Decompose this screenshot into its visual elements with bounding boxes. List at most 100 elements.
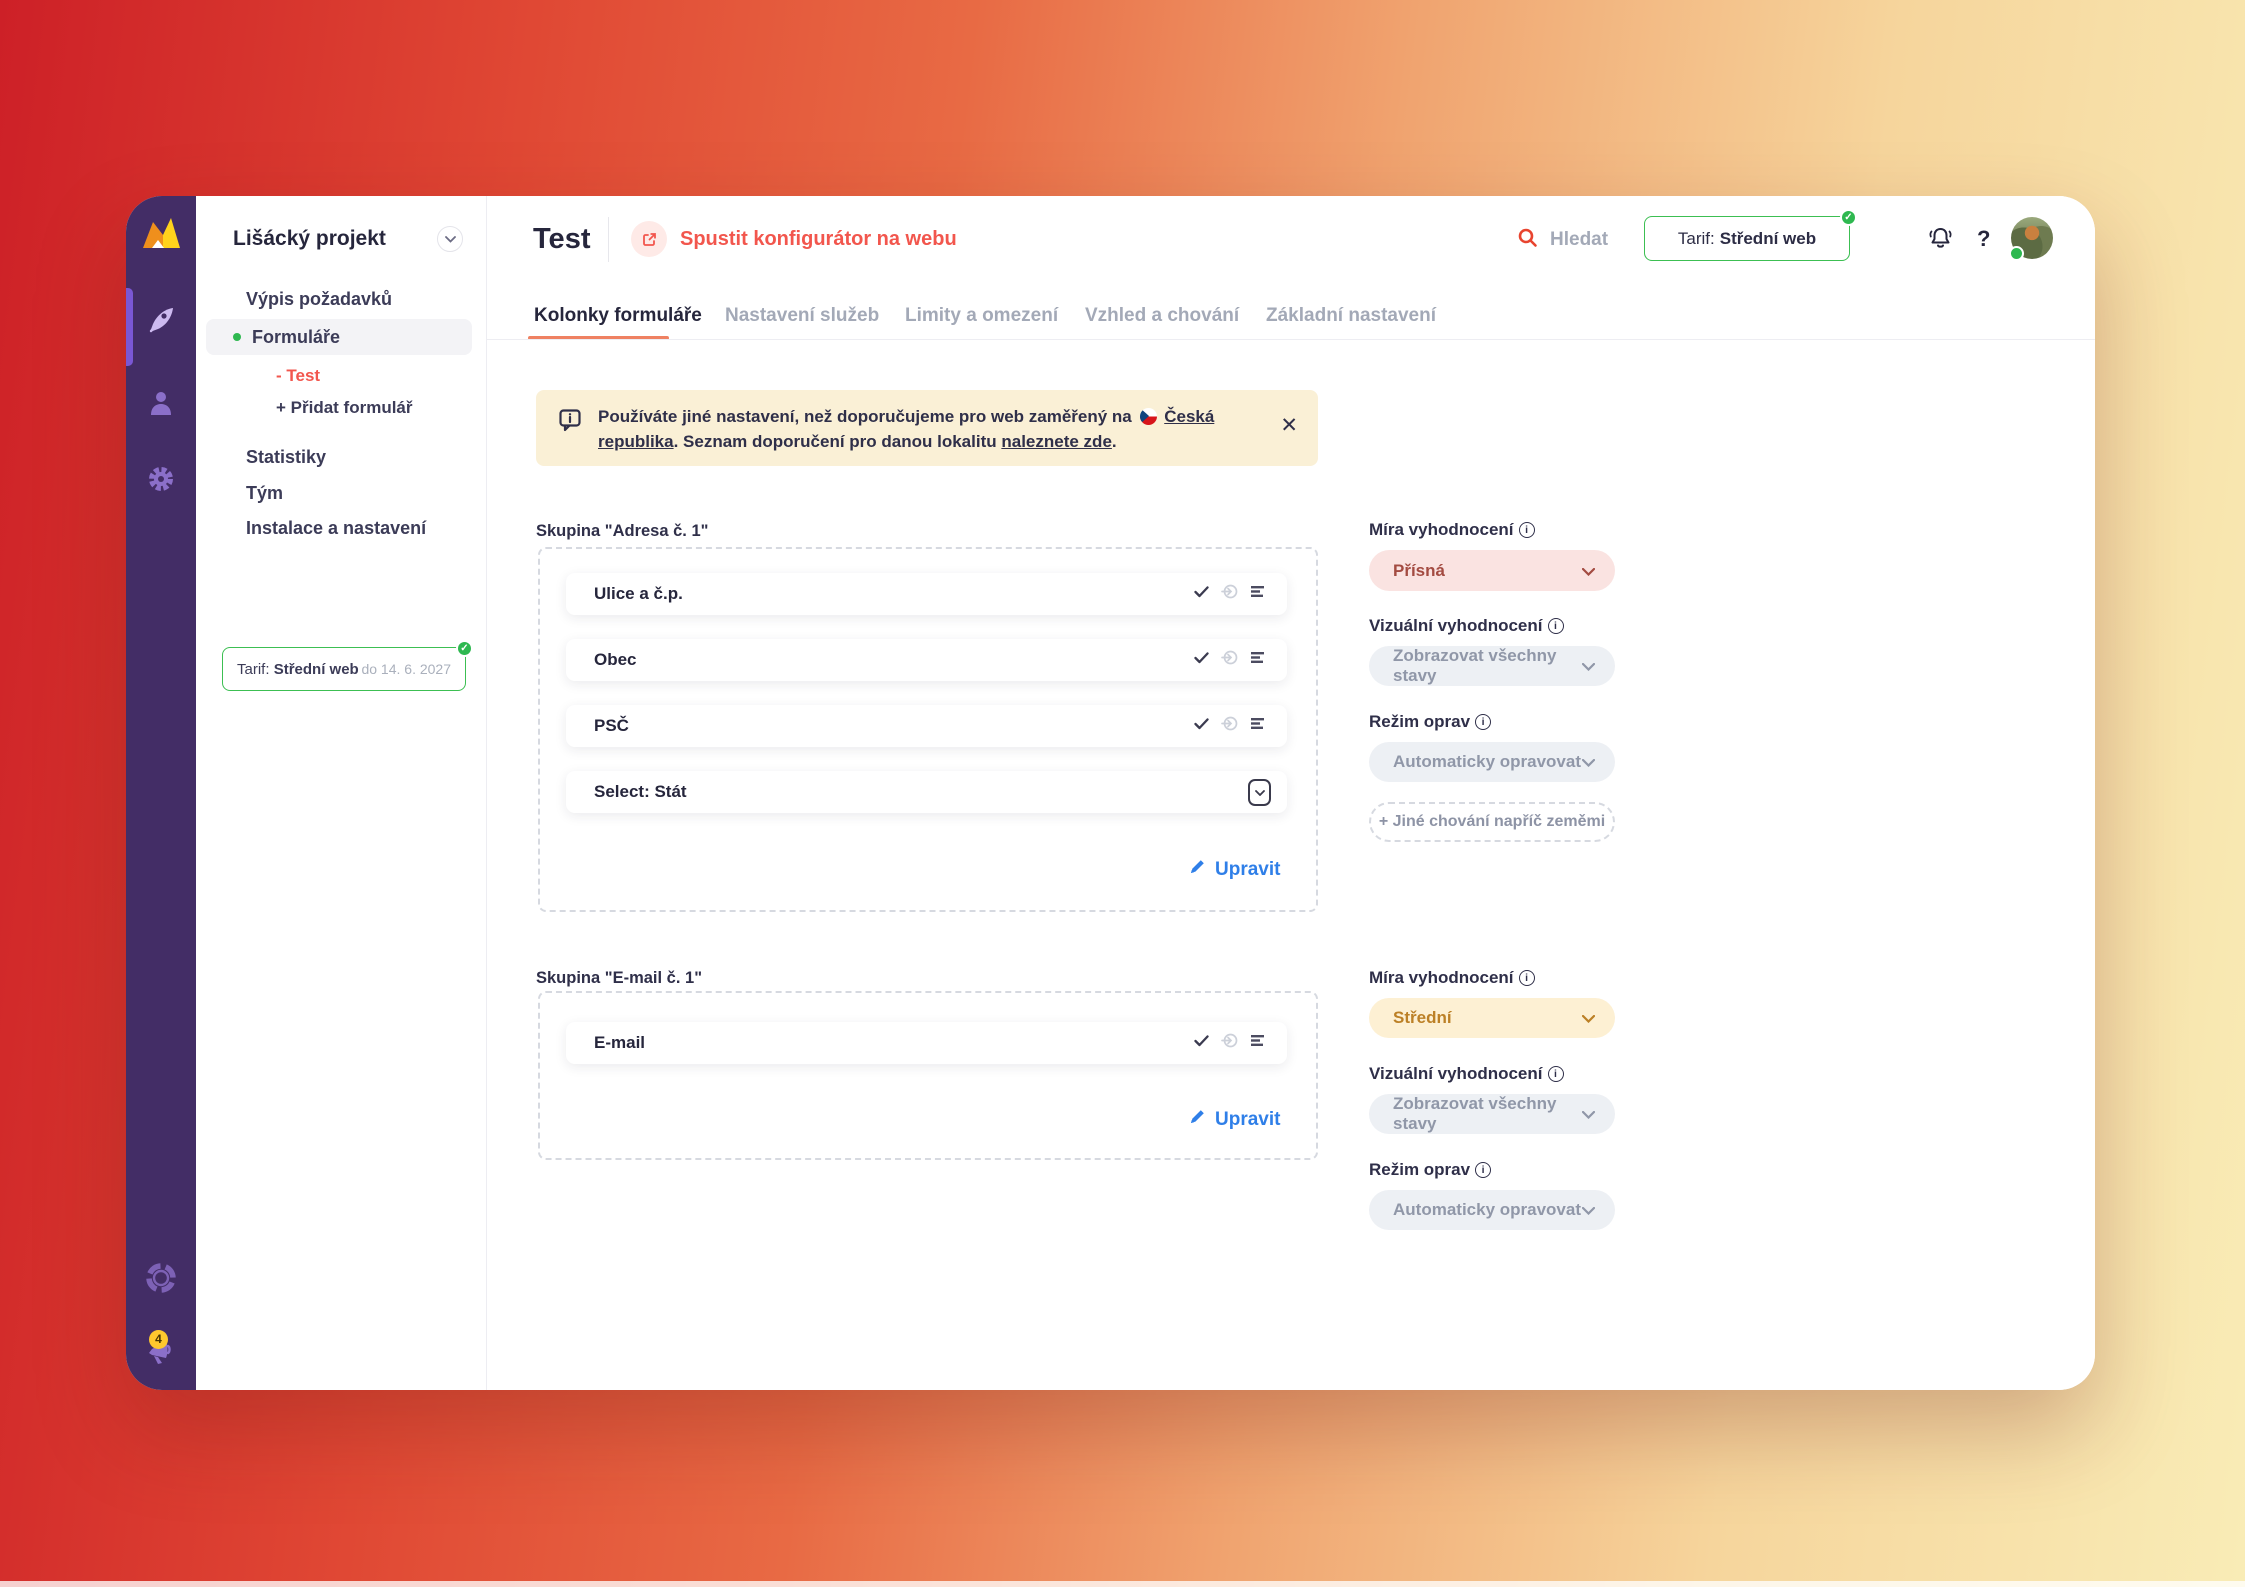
field-row-ulice[interactable]: Ulice a č.p.	[566, 573, 1287, 615]
launch-configurator-button[interactable]: Spustit konfigurátor na webu	[631, 221, 957, 257]
help-button[interactable]: ?	[1977, 226, 1990, 252]
edit-group-adresa-button[interactable]: Upravit	[1189, 858, 1280, 881]
banner-text-part3: .	[1112, 432, 1117, 451]
visual-eval-label: Vizuální vyhodnocení i	[1369, 616, 1564, 636]
eval-level-select-2[interactable]: Střední	[1369, 998, 1615, 1038]
chevron-down-icon	[1582, 1200, 1595, 1220]
tab-kolonky-formulare[interactable]: Kolonky formuláře	[534, 305, 702, 327]
eval-level-value: Přísná	[1393, 561, 1445, 581]
sidebar-item-settings[interactable]	[126, 458, 196, 504]
header-tariff-button[interactable]: Tarif: Střední web ✓	[1644, 216, 1850, 261]
correction-mode-value: Automaticky opravovat	[1393, 752, 1581, 772]
autocomplete-disabled-icon	[1221, 649, 1238, 671]
tab-zakladni-nastaveni[interactable]: Základní nastavení	[1266, 305, 1436, 327]
info-icon[interactable]: i	[1548, 1066, 1564, 1082]
rocket-icon	[146, 306, 176, 341]
add-country-behavior-button[interactable]: + Jiné chování napříč zeměmi	[1369, 802, 1615, 842]
tariff-prefix: Tarif:	[237, 661, 270, 678]
edit-label: Upravit	[1215, 859, 1280, 881]
edit-group-email-button[interactable]: Upravit	[1189, 1108, 1280, 1131]
foxentry-fox-logo-icon	[141, 215, 181, 256]
autocomplete-disabled-icon	[1221, 715, 1238, 737]
lifebuoy-icon	[145, 1262, 177, 1299]
field-label: E-mail	[594, 1033, 645, 1053]
eval-level-value-2: Střední	[1393, 1008, 1452, 1028]
sidebar-subitem-test[interactable]: - Test	[276, 366, 320, 386]
info-icon[interactable]: i	[1548, 618, 1564, 634]
validation-check-icon	[1194, 585, 1209, 603]
person-icon	[147, 389, 175, 422]
sidebar-subitem-add-form[interactable]: + Přidat formulář	[276, 398, 413, 418]
visual-eval-value-2: Zobrazovat všechny stavy	[1393, 1094, 1582, 1134]
info-icon[interactable]: i	[1519, 970, 1535, 986]
chevron-down-icon	[1582, 561, 1595, 581]
announcements-button[interactable]: 4	[126, 1331, 196, 1377]
banner-text-part1: Používáte jiné nastavení, než doporučuje…	[598, 407, 1132, 426]
active-green-dot	[233, 333, 241, 341]
tariff-box[interactable]: Tarif: Střední web do 14. 6. 2027 ✓	[222, 647, 466, 691]
field-label: Obec	[594, 650, 637, 670]
validation-check-icon	[1194, 717, 1209, 735]
sidebar-item-formulare-label: Formuláře	[252, 327, 340, 348]
project-name: Lišácký projekt	[233, 227, 386, 251]
pencil-icon	[1189, 1108, 1206, 1131]
autocomplete-disabled-icon	[1221, 583, 1238, 605]
validation-check-icon	[1194, 651, 1209, 669]
eval-level-label: Míra vyhodnocení i	[1369, 520, 1535, 540]
field-row-psc[interactable]: PSČ	[566, 705, 1287, 747]
label-text: Míra vyhodnocení	[1369, 968, 1514, 988]
notifications-button[interactable]	[1927, 225, 1954, 257]
tab-nastaveni-sluzeb[interactable]: Nastavení služeb	[725, 305, 879, 327]
validation-check-icon	[1194, 1034, 1209, 1052]
header-tariff-prefix: Tarif:	[1678, 229, 1715, 249]
info-icon[interactable]: i	[1475, 714, 1491, 730]
info-icon[interactable]: i	[1475, 1162, 1491, 1178]
correction-mode-select-2[interactable]: Automaticky opravovat	[1369, 1190, 1615, 1230]
main-content: Test Spustit konfigurátor na webu Hledat	[487, 196, 2095, 1390]
sidebar-item-instalace[interactable]: Instalace a nastavení	[246, 518, 426, 539]
eval-level-select[interactable]: Přísná	[1369, 550, 1615, 591]
visual-eval-label-2: Vizuální vyhodnocení i	[1369, 1064, 1564, 1084]
banner-more-link[interactable]: naleznete zde	[1001, 432, 1112, 451]
autocomplete-disabled-icon	[1221, 1032, 1238, 1054]
tab-vzhled-a-chovani[interactable]: Vzhled a chování	[1085, 305, 1239, 327]
visual-eval-select-2[interactable]: Zobrazovat všechny stavy	[1369, 1094, 1615, 1134]
app-logo[interactable]	[126, 212, 196, 258]
project-switcher-button[interactable]	[437, 226, 463, 252]
tabs-bottom-border	[487, 339, 2095, 340]
edit-label: Upravit	[1215, 1109, 1280, 1131]
sidebar-item-vypis-pozadavku[interactable]: Výpis požadavků	[246, 289, 392, 310]
group-title-adresa: Skupina "Adresa č. 1"	[536, 522, 708, 541]
sidebar-item-team[interactable]	[126, 382, 196, 428]
visual-eval-select[interactable]: Zobrazovat všechny stavy	[1369, 646, 1615, 686]
label-text: Režim oprav	[1369, 712, 1470, 732]
sidebar-item-statistiky[interactable]: Statistiky	[246, 447, 326, 468]
search-button[interactable]: Hledat	[1517, 227, 1608, 253]
banner-close-icon[interactable]: ✕	[1280, 413, 1298, 438]
avatar[interactable]	[2011, 217, 2053, 259]
correction-mode-label: Režim oprav i	[1369, 712, 1491, 732]
info-icon[interactable]: i	[1519, 522, 1535, 538]
sidebar-item-formulare[interactable]: Formuláře	[206, 319, 472, 355]
support-button[interactable]	[126, 1257, 196, 1303]
chevron-down-icon	[1582, 752, 1595, 772]
tab-limity-a-omezeni[interactable]: Limity a omezení	[905, 305, 1058, 327]
header-tariff-check-icon: ✓	[1840, 209, 1857, 226]
info-bubble-icon	[558, 408, 583, 438]
field-row-select-stat[interactable]: Select: Stát	[566, 771, 1287, 813]
field-row-obec[interactable]: Obec	[566, 639, 1287, 681]
sidebar-item-forms[interactable]	[126, 300, 196, 346]
header-divider	[608, 217, 609, 262]
correction-mode-value-2: Automaticky opravovat	[1393, 1200, 1581, 1220]
field-label: PSČ	[594, 716, 629, 736]
field-row-email[interactable]: E-mail	[566, 1022, 1287, 1064]
correction-mode-label-2: Režim oprav i	[1369, 1160, 1491, 1180]
sidebar-item-tym[interactable]: Tým	[246, 483, 283, 504]
icon-rail: 4	[126, 196, 196, 1390]
correction-mode-select[interactable]: Automaticky opravovat	[1369, 742, 1615, 782]
chevron-down-icon	[1582, 1104, 1595, 1124]
search-label: Hledat	[1550, 229, 1608, 251]
list-icon	[1250, 585, 1265, 603]
select-dropdown-button[interactable]	[1248, 779, 1271, 806]
label-text: Vizuální vyhodnocení	[1369, 616, 1543, 636]
